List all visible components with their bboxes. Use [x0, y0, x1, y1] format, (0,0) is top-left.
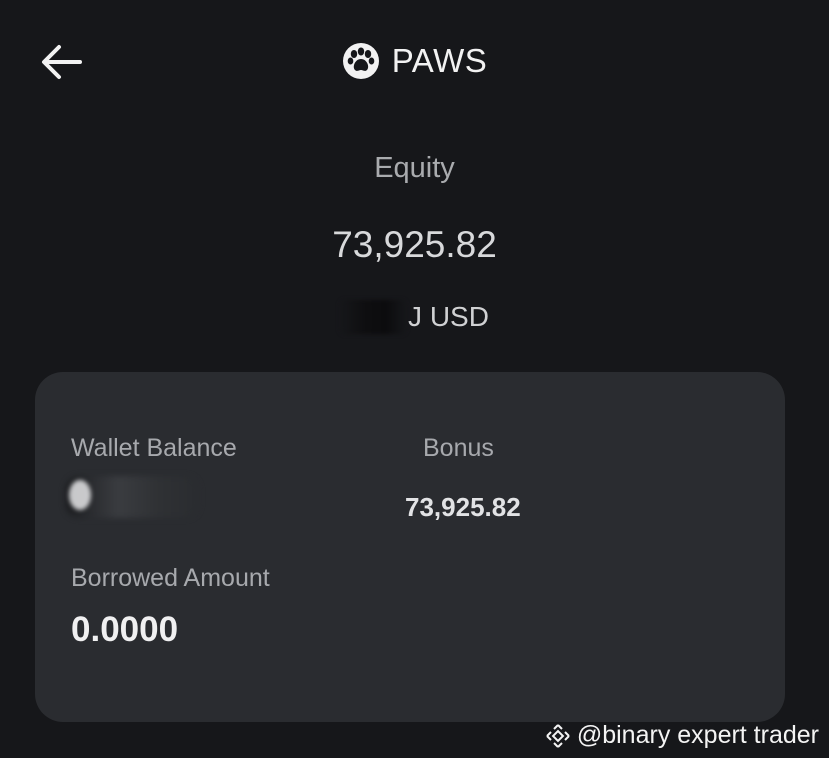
equity-label: Equity: [374, 152, 455, 184]
bonus-value: 73,925.82: [405, 492, 521, 522]
wallet-balance-label: Wallet Balance: [71, 434, 237, 462]
asset-detail-screen: PAWS Equity 73,925.82 J USD Wallet Balan…: [0, 0, 829, 758]
redaction-blur: [340, 300, 407, 334]
page-title: PAWS: [391, 42, 488, 79]
header-title: PAWS: [0, 38, 829, 84]
binance-diamond-icon: [545, 723, 571, 749]
usd-equivalent: J USD: [0, 297, 829, 337]
watermark-text: @binary expert trader: [576, 721, 819, 749]
balance-card: Wallet Balance Bonus 73,925.82 Borrowed …: [35, 372, 785, 722]
bonus-label: Bonus: [423, 434, 494, 462]
watermark: @binary expert trader: [545, 721, 819, 750]
usd-value-text: J USD: [408, 301, 489, 332]
paw-icon: [342, 42, 380, 80]
borrowed-amount-value: 0.0000: [71, 610, 179, 649]
borrowed-amount-label: Borrowed Amount: [71, 564, 270, 592]
redaction-blur: [69, 480, 91, 510]
equity-value: 73,925.82: [332, 224, 497, 265]
